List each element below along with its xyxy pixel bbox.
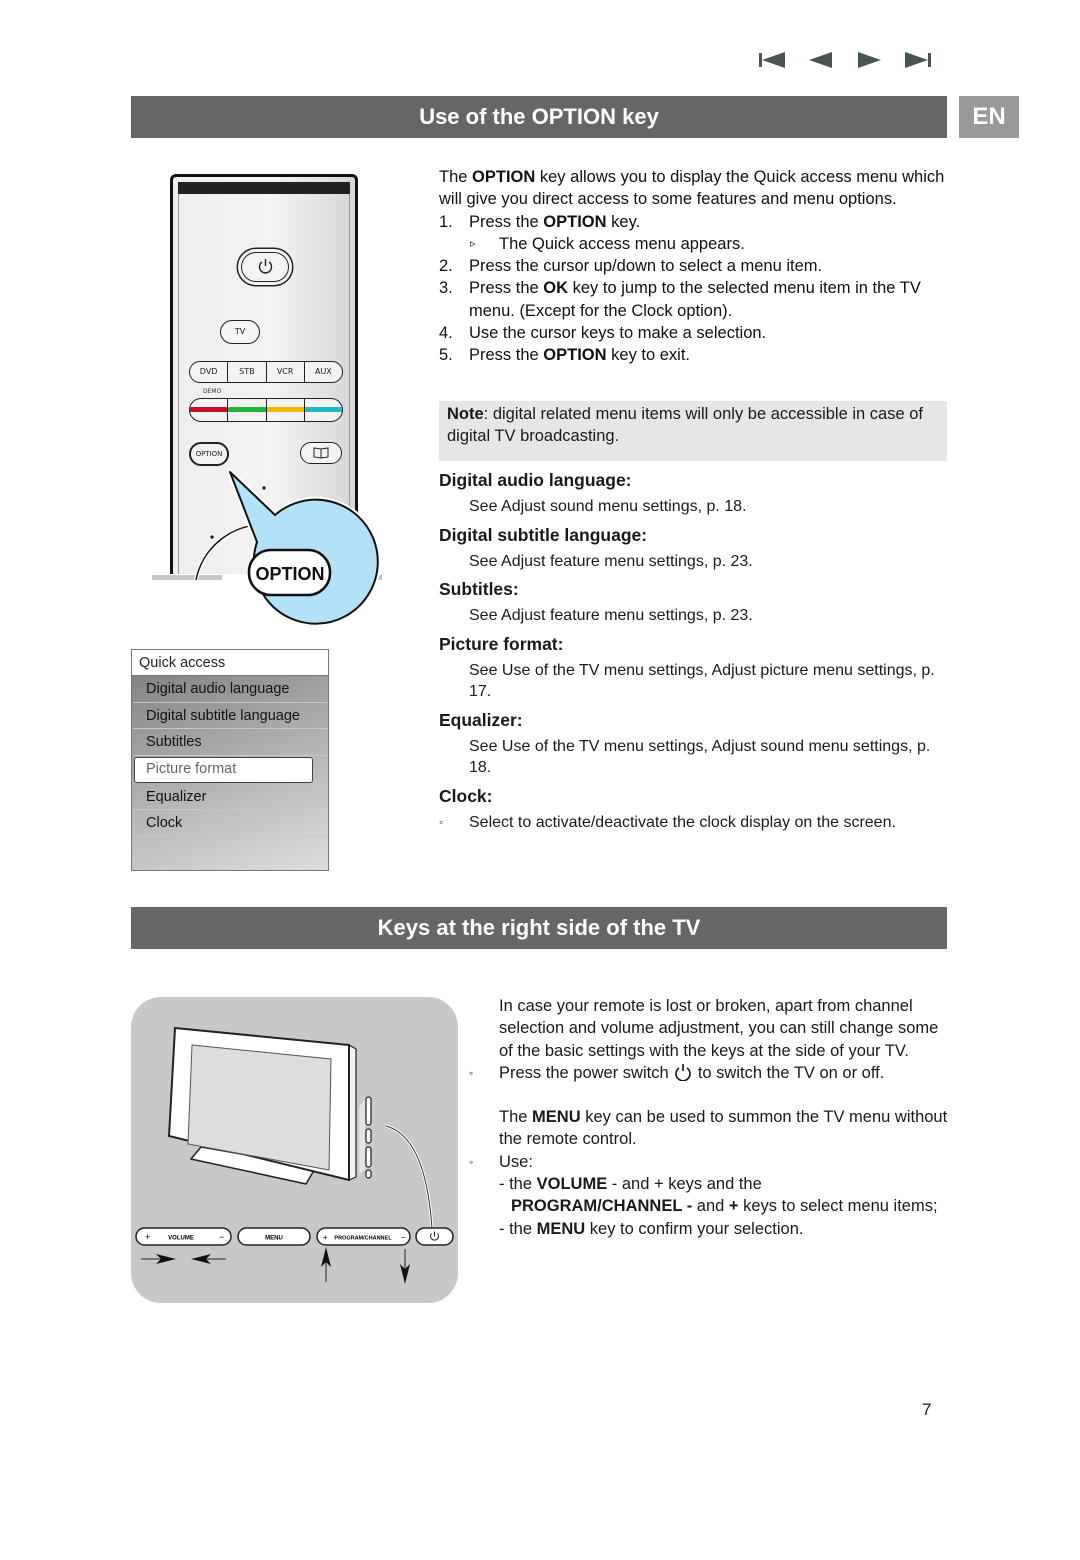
- section-title-side-keys: Keys at the right side of the TV: [131, 907, 947, 949]
- def-term-subtitles: Subtitles:: [439, 579, 519, 599]
- menu-item-equalizer[interactable]: Equalizer: [133, 784, 327, 810]
- def-desc-digital-subtitle-language: See Adjust feature menu settings, p. 23.: [469, 552, 753, 570]
- option-intro: The OPTION key allows you to display the…: [439, 166, 949, 367]
- def-term-equalizer: Equalizer:: [439, 709, 523, 730]
- menu-item-picture-format[interactable]: Picture format: [134, 756, 313, 783]
- use-bullet: ◦ Use:: [469, 1152, 533, 1171]
- svg-text:+: +: [145, 1232, 150, 1242]
- step-1: 1. Press the OPTION key.: [439, 212, 641, 231]
- option-callout: OPTION: [194, 469, 381, 627]
- remote-tv-button: TV: [220, 320, 260, 344]
- remote-demo-label: DEMO: [203, 388, 222, 395]
- first-page-icon[interactable]: [758, 50, 786, 70]
- quick-access-title: Quick access: [132, 650, 328, 676]
- def-term-clock: Clock:: [439, 785, 493, 806]
- channel-down-arrow-icon: [400, 1249, 410, 1284]
- callout-option-label: OPTION: [255, 564, 324, 584]
- channel-up-arrow-icon: [321, 1247, 331, 1282]
- def-term-digital-subtitle-language: Digital subtitle language:: [439, 524, 648, 545]
- use-item-program-channel: PROGRAM/CHANNEL - and + keys to select m…: [511, 1197, 938, 1216]
- svg-text:MENU: MENU: [265, 1236, 283, 1242]
- menu-item-subtitles[interactable]: Subtitles: [133, 729, 327, 756]
- page-navigation: [758, 50, 932, 70]
- steps-list: 1. Press the OPTION key. ▹ The Quick acces…: [439, 211, 949, 367]
- svg-text:VOLUME: VOLUME: [168, 1236, 194, 1242]
- power-icon: [258, 259, 272, 274]
- previous-page-icon[interactable]: [808, 50, 834, 70]
- menu-key-paragraph: The MENU key can be used to summon the T…: [499, 1108, 948, 1149]
- power-switch-bullet: ◦ Press the power switch to switch the TV…: [469, 1063, 885, 1082]
- step-2: 2. Press the cursor up/down to select a m…: [439, 257, 823, 276]
- menu-item-definitions: Digital audio language: See Adjust sound…: [439, 468, 949, 838]
- remote-color-keys: [189, 398, 343, 422]
- use-item-menu: - the MENU key to confirm your selection…: [499, 1219, 804, 1238]
- red-key: [190, 407, 228, 412]
- remote-aux-button: AUX: [314, 367, 332, 376]
- svg-text:−: −: [401, 1233, 406, 1242]
- green-key: [228, 407, 266, 412]
- note-box: Note: digital related menu items will on…: [439, 401, 947, 461]
- svg-text:−: −: [219, 1232, 224, 1242]
- bullet-icon: ◦: [439, 814, 444, 829]
- intro-paragraph: The OPTION key allows you to display the…: [439, 168, 945, 209]
- volume-down-arrow-icon: [191, 1254, 226, 1264]
- remote-vcr-button: VCR: [267, 362, 305, 382]
- step-1-result: ▹ The Quick access menu appears.: [470, 234, 745, 253]
- def-desc-equalizer: See Use of the TV menu settings, Adjust …: [469, 737, 931, 777]
- step-4: 4. Use the cursor keys to make a selectio…: [439, 324, 767, 343]
- language-badge: EN: [959, 96, 1019, 138]
- def-term-picture-format: Picture format:: [439, 633, 564, 654]
- def-desc-digital-audio-language: See Adjust sound menu settings, p. 18.: [469, 498, 747, 515]
- tv-side-key: [365, 1128, 372, 1144]
- last-page-icon[interactable]: [904, 50, 932, 70]
- menu-item-clock[interactable]: Clock: [133, 810, 327, 837]
- side-keys-text: In case your remote is lost or broken, a…: [469, 995, 949, 1240]
- volume-up-arrow-icon: [141, 1254, 176, 1264]
- remote-dvd-button: DVD: [190, 362, 229, 382]
- tv-side-key: [365, 1096, 372, 1126]
- remote-power-button: [241, 252, 289, 282]
- blue-key: [304, 407, 342, 412]
- svg-text:PROGRAM/CHANNEL: PROGRAM/CHANNEL: [334, 1236, 392, 1242]
- page-number: 7: [922, 1400, 932, 1419]
- remote-stb-button: STB: [228, 362, 267, 382]
- menu-item-digital-subtitle-language[interactable]: Digital subtitle language: [133, 703, 327, 729]
- def-desc-clock: ◦ Select to activate/deactivate the clock…: [439, 812, 949, 834]
- def-term-digital-audio-language: Digital audio language:: [439, 470, 632, 490]
- svg-text:+: +: [323, 1233, 328, 1242]
- step-5: 5. Press the OPTION key to exit.: [439, 346, 691, 365]
- remote-source-buttons: DVD STB VCR AUX: [189, 361, 343, 383]
- section-title-option-key: Use of the OPTION key: [131, 96, 947, 138]
- def-desc-subtitles: See Adjust feature menu settings, p. 23.: [469, 607, 753, 624]
- side-keys-intro: In case your remote is lost or broken, a…: [499, 997, 939, 1060]
- remote-top-strip: [178, 182, 350, 194]
- quick-access-menu: Quick access Digital audio language Digi…: [131, 649, 329, 871]
- yellow-key: [266, 407, 304, 412]
- next-page-icon[interactable]: [856, 50, 882, 70]
- step-3: 3. Press the OK key to jump to the select…: [439, 279, 921, 320]
- tv-side-key: [365, 1169, 372, 1179]
- power-icon: [675, 1063, 692, 1082]
- tv-side-keys-illustration: + VOLUME − MENU + PROGRAM/CHANNEL −: [131, 997, 458, 1303]
- menu-item-digital-audio-language[interactable]: Digital audio language: [133, 676, 327, 703]
- callout-bubble: [229, 471, 379, 625]
- tv-side-key: [365, 1146, 372, 1168]
- use-item-volume: - the VOLUME - and + keys and the: [499, 1175, 762, 1194]
- def-desc-picture-format: See Use of the TV menu settings, Adjust …: [469, 661, 935, 701]
